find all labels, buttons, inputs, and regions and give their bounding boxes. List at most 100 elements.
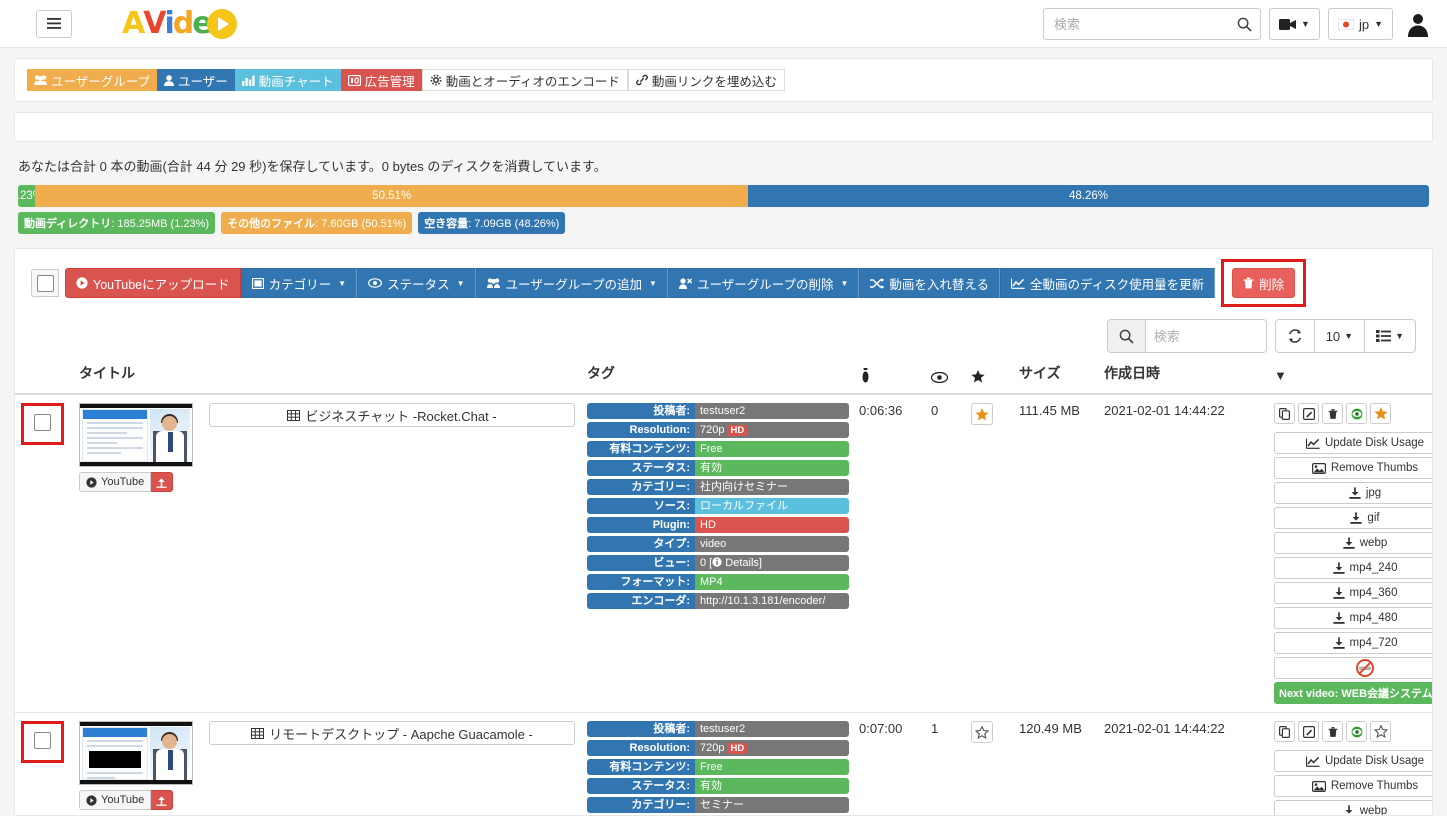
- action-star-outline-icon[interactable]: [1370, 721, 1391, 742]
- favorite-toggle[interactable]: [971, 403, 993, 425]
- tag-row-4[interactable]: カテゴリー: セミナー: [587, 797, 849, 813]
- action-button-7[interactable]: mp4_480: [1274, 607, 1432, 629]
- nav-tab-label: 動画チャート: [258, 74, 334, 89]
- toolbar-button-3[interactable]: ユーザーグループの追加 ▼: [475, 268, 668, 298]
- tag-row-5[interactable]: ソース: ローカルファイル: [587, 498, 849, 514]
- action-button-0[interactable]: Update Disk Usage: [1274, 432, 1432, 454]
- action-button-2[interactable]: jpg: [1274, 482, 1432, 504]
- th-sort[interactable]: ▼: [1268, 359, 1432, 395]
- table-search[interactable]: [1106, 319, 1267, 353]
- search-input[interactable]: [1052, 15, 1238, 33]
- duration-cell: 0:07:00: [853, 712, 925, 815]
- upload-icon[interactable]: [151, 790, 174, 810]
- tag-row-10[interactable]: エンコーダ: http://10.1.3.181/encoder/: [587, 593, 849, 609]
- youtube-upload-control[interactable]: YouTube: [79, 790, 174, 810]
- toolbar-button-2[interactable]: ステータス ▼: [357, 268, 476, 298]
- action-trash-icon[interactable]: [1322, 721, 1343, 742]
- storage-legend-0: 動画ディレクトリ: 185.25MB (1.23%): [18, 212, 216, 234]
- video-thumbnail[interactable]: [79, 403, 193, 467]
- action-button-0[interactable]: Update Disk Usage: [1274, 750, 1432, 772]
- toolbar-button-5[interactable]: 動画を入れ替える: [859, 268, 1001, 298]
- action-button-6[interactable]: mp4_360: [1274, 582, 1432, 604]
- tag-row-1[interactable]: Resolution: 720p HD: [587, 422, 849, 438]
- tag-row-3[interactable]: ステータス: 有効: [587, 778, 849, 794]
- action-button-5[interactable]: mp4_240: [1274, 557, 1432, 579]
- favorite-toggle[interactable]: [971, 721, 993, 743]
- bulk-delete-button[interactable]: 削除: [1232, 268, 1296, 298]
- storage-section: あなたは合計 0 本の動画(合計 44 分 29 秒)を保存しています。0 by…: [18, 156, 1429, 234]
- action-button-label: Remove Thumbs: [1330, 462, 1419, 474]
- nav-tab-1[interactable]: ユーザー: [157, 69, 235, 91]
- toolbar-button-1[interactable]: カテゴリー ▼: [240, 268, 358, 298]
- tag-row-8[interactable]: ビュー: 0 [ Details]: [587, 555, 849, 571]
- action-button-label: mp4_240: [1349, 562, 1398, 574]
- tag-row-4[interactable]: カテゴリー: 社内向けセミナー: [587, 479, 849, 495]
- table-search-input[interactable]: [1145, 320, 1266, 352]
- nav-tab-4[interactable]: 動画とオーディオのエンコード: [421, 69, 628, 91]
- tag-row-3[interactable]: ステータス: 有効: [587, 460, 849, 476]
- nav-tab-3[interactable]: 広告管理: [340, 69, 422, 91]
- tag-key: 投稿者:: [587, 721, 695, 737]
- tag-row-6[interactable]: Plugin: HD: [587, 517, 849, 533]
- checkbox-icon[interactable]: [36, 274, 54, 292]
- nav-tab-5[interactable]: 動画リンクを埋め込む: [627, 69, 785, 91]
- video-camera-button[interactable]: ▼: [1269, 8, 1320, 40]
- action-edit-icon[interactable]: [1298, 403, 1319, 424]
- tag-row-9[interactable]: フォーマット: MP4: [587, 574, 849, 590]
- th-size[interactable]: サイズ: [1013, 359, 1098, 395]
- action-button-2[interactable]: webp: [1274, 800, 1432, 815]
- toolbar-button-4[interactable]: ユーザーグループの削除 ▼: [667, 268, 860, 298]
- tag-row-0[interactable]: 投稿者: testuser2: [587, 721, 849, 737]
- action-eye-green-icon[interactable]: [1346, 403, 1367, 424]
- refresh-button[interactable]: [1274, 319, 1315, 353]
- th-created[interactable]: 作成日時: [1098, 359, 1268, 395]
- search-icon[interactable]: [1107, 320, 1146, 352]
- toolbar-button-0[interactable]: YouTubeにアップロード: [65, 268, 241, 298]
- tag-row-0[interactable]: 投稿者: testuser2: [587, 403, 849, 419]
- action-eye-green-icon[interactable]: [1346, 721, 1367, 742]
- user-avatar-icon[interactable]: [1405, 11, 1431, 37]
- action-button-1[interactable]: Remove Thumbs: [1274, 775, 1432, 797]
- youtube-label: YouTube: [101, 476, 145, 488]
- video-title[interactable]: ビジネスチャット -Rocket.Chat -: [209, 403, 575, 427]
- page-size-select[interactable]: 10 ▼: [1313, 319, 1366, 353]
- th-favorite[interactable]: [965, 359, 1013, 395]
- action-copy-icon[interactable]: [1274, 403, 1295, 424]
- tag-key: Resolution:: [587, 740, 695, 756]
- action-trash-icon[interactable]: [1322, 403, 1343, 424]
- select-all-checkbox[interactable]: [31, 269, 59, 297]
- th-tags[interactable]: タグ: [581, 359, 853, 395]
- tag-row-7[interactable]: タイプ: video: [587, 536, 849, 552]
- action-button-4[interactable]: webp: [1274, 532, 1432, 554]
- tag-row-1[interactable]: Resolution: 720p HD: [587, 740, 849, 756]
- youtube-upload-control[interactable]: YouTube: [79, 472, 174, 492]
- video-title[interactable]: リモートデスクトップ - Aapche Guacamole -: [209, 721, 575, 745]
- search-icon[interactable]: [1237, 17, 1252, 32]
- th-title[interactable]: タイトル: [73, 359, 581, 395]
- toolbar-button-6[interactable]: 全動画のディスク使用量を更新: [1000, 268, 1216, 298]
- th-duration[interactable]: [853, 359, 925, 395]
- nav-tab-2[interactable]: 動画チャート: [234, 69, 341, 91]
- row-checkbox[interactable]: [34, 414, 51, 431]
- th-views[interactable]: [925, 359, 965, 395]
- eye-icon: [931, 372, 959, 383]
- action-button-9[interactable]: [1274, 657, 1432, 679]
- tag-row-2[interactable]: 有料コンテンツ: Free: [587, 441, 849, 457]
- video-thumbnail[interactable]: [79, 721, 193, 785]
- hamburger-icon[interactable]: [36, 9, 72, 38]
- action-button-8[interactable]: mp4_720: [1274, 632, 1432, 654]
- language-selector[interactable]: jp ▼: [1327, 8, 1393, 40]
- app-logo[interactable]: AVide: [122, 6, 237, 41]
- row-checkbox[interactable]: [34, 732, 51, 749]
- upload-icon[interactable]: [151, 472, 174, 492]
- tag-row-2[interactable]: 有料コンテンツ: Free: [587, 759, 849, 775]
- action-button-1[interactable]: Remove Thumbs: [1274, 457, 1432, 479]
- action-star-filled-icon[interactable]: [1370, 403, 1391, 424]
- action-button-3[interactable]: gif: [1274, 507, 1432, 529]
- nav-tab-0[interactable]: ユーザーグループ: [27, 69, 158, 91]
- views-cell: 0: [925, 394, 965, 713]
- action-edit-icon[interactable]: [1298, 721, 1319, 742]
- column-chooser-button[interactable]: ▼: [1364, 319, 1416, 353]
- action-copy-icon[interactable]: [1274, 721, 1295, 742]
- global-search[interactable]: [1043, 8, 1262, 40]
